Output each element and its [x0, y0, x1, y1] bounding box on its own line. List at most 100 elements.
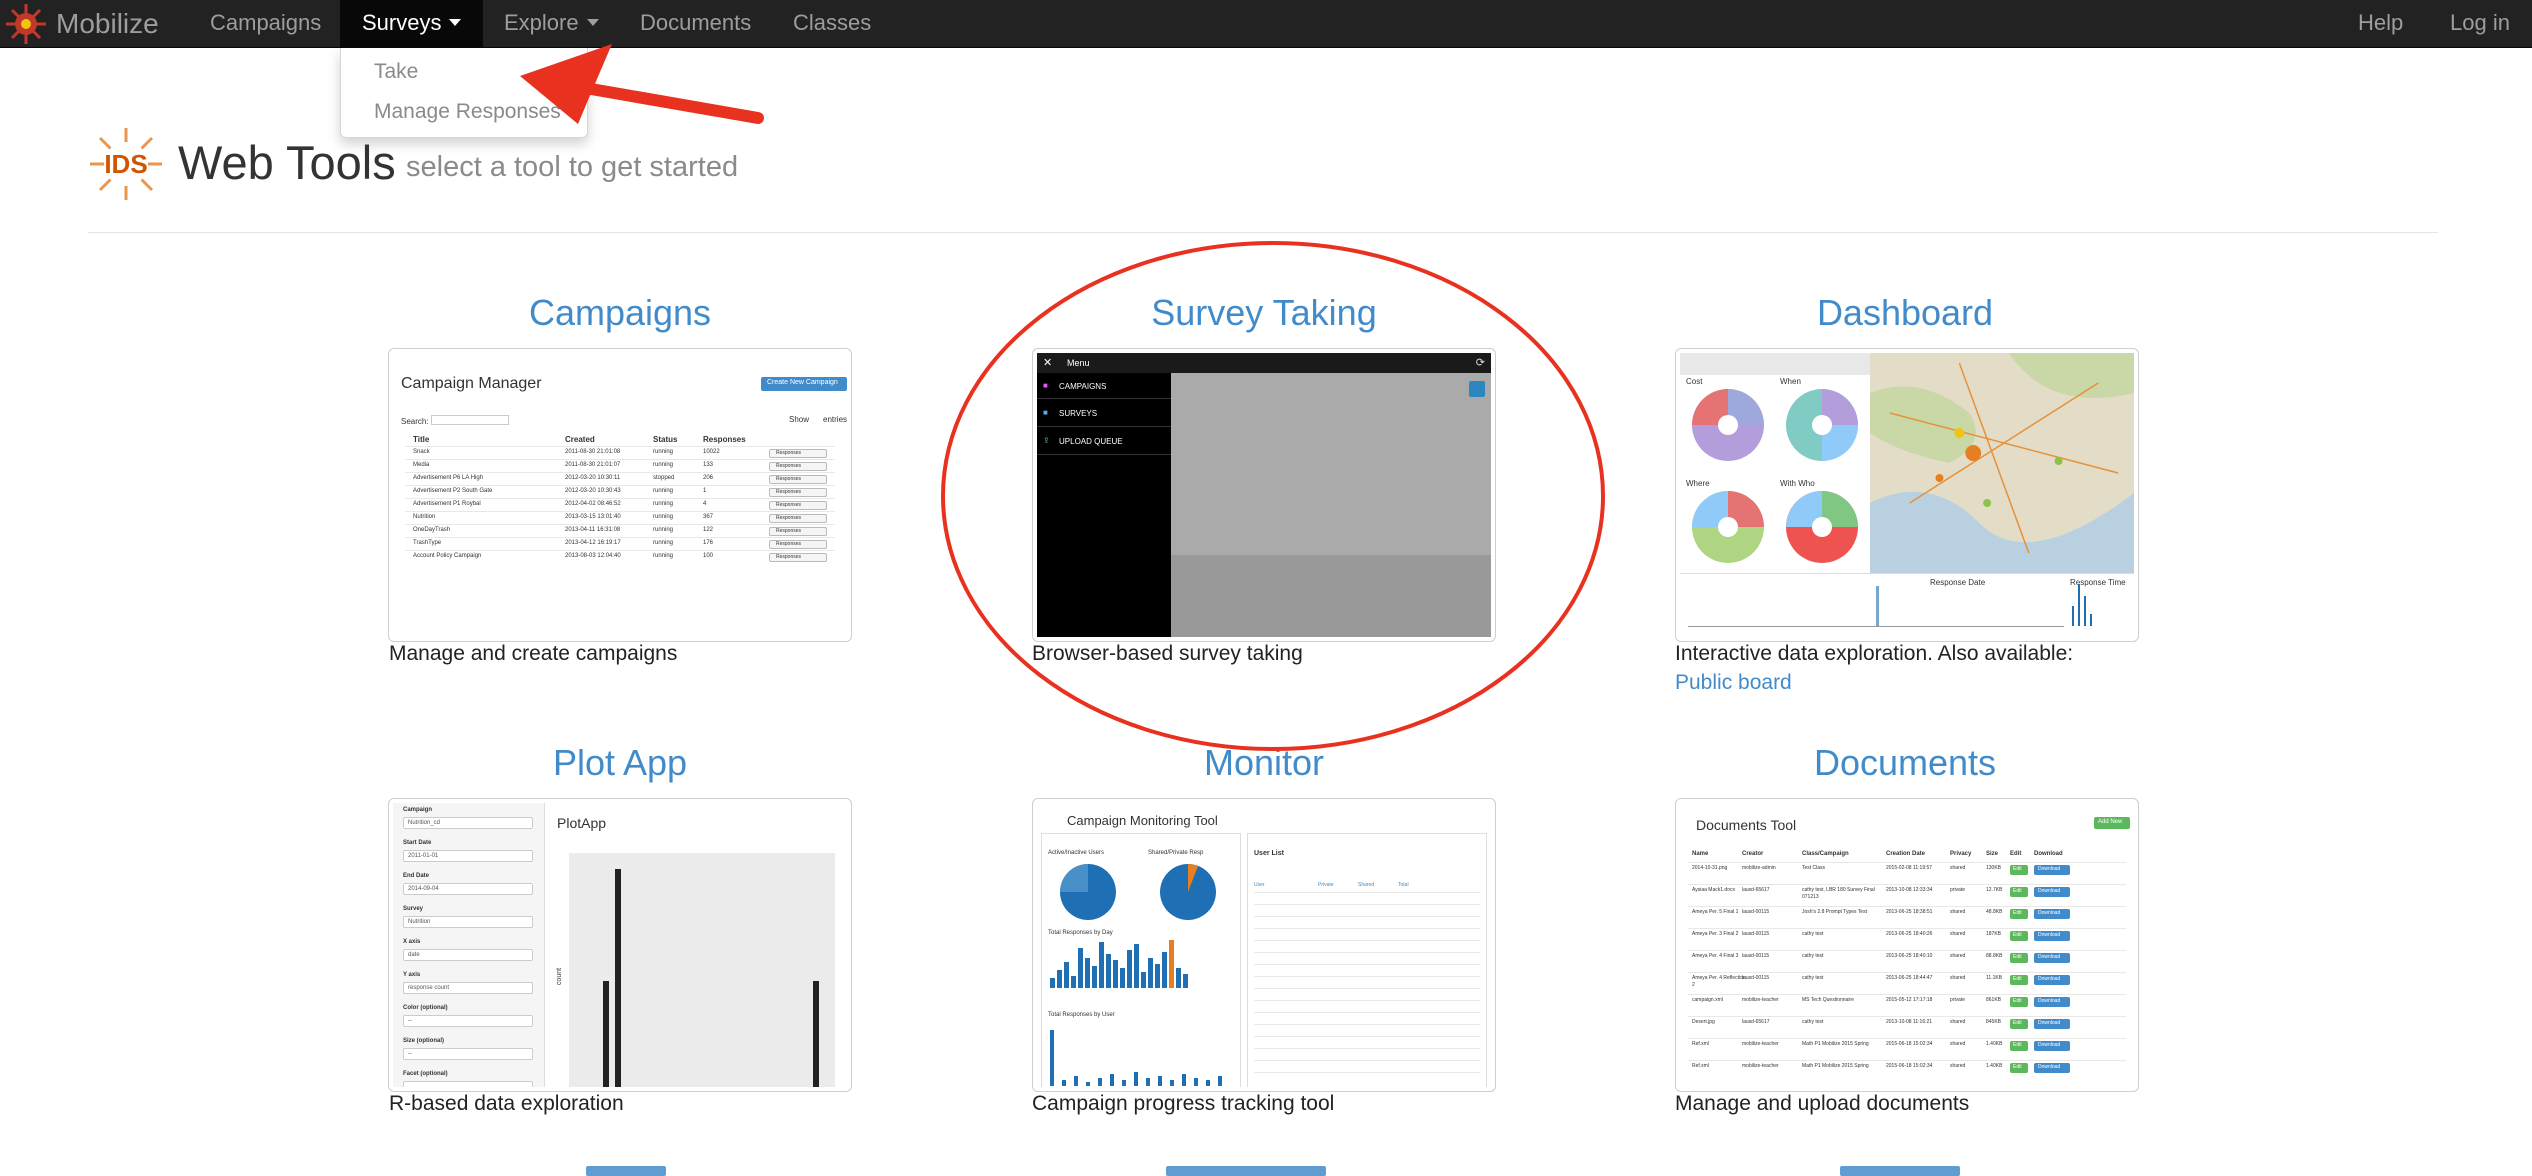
docs-cell: 2014-10-31.png — [1692, 865, 1728, 871]
docs-edit-button: Edit — [2010, 1041, 2028, 1051]
documents-thumbnail[interactable]: Documents Tool Add New Name Creator Class/… — [1675, 798, 2139, 1092]
monitor-active-users-label: Active/Inactive Users — [1048, 850, 1105, 856]
cm-row-divider — [405, 537, 835, 538]
tool-title-survey-taking[interactable]: Survey Taking — [1034, 292, 1494, 334]
monitor-user-bar — [1074, 1076, 1078, 1086]
plot-bar — [813, 981, 819, 1087]
campaign-manager-preview: Campaign Manager Create New Campaign Sea… — [393, 353, 847, 637]
plotapp-ylabel: count — [556, 967, 564, 986]
plotapp-field-label: Color (optional) — [403, 1005, 448, 1011]
docs-cell: lausd-65617 — [1742, 887, 1770, 893]
cm-col-status: Status — [653, 435, 678, 444]
campaigns-thumbnail[interactable]: Campaign Manager Create New Campaign Sea… — [388, 348, 852, 642]
nav-classes[interactable]: Classes — [771, 0, 893, 48]
cm-cell: running — [653, 527, 674, 533]
page: Mobilize Campaigns Surveys Explore Docum… — [0, 0, 2532, 1176]
upload-icon: ⇪ — [1043, 436, 1050, 445]
tool-title-monitor[interactable]: Monitor — [1034, 742, 1494, 784]
dashboard-thumbnail[interactable]: Cost When Where With Who Response Date R… — [1675, 348, 2139, 642]
docs-row-divider — [1688, 1060, 2126, 1061]
cm-cell: 2011-08-30 21:01:08 — [565, 449, 621, 455]
cm-row-divider — [405, 472, 835, 473]
monitor-day-bar — [1085, 958, 1090, 988]
nav-login[interactable]: Log in — [2428, 0, 2532, 48]
public-board-link[interactable]: Public board — [1675, 671, 1792, 695]
monitor-user-bar — [1218, 1076, 1222, 1086]
cutoff-title — [1166, 1160, 1326, 1176]
docs-cell: lausd-00115 — [1742, 931, 1770, 937]
docs-col-header: Size — [1986, 851, 1999, 857]
monitor-day-bar — [1148, 958, 1153, 988]
cm-cell: running — [653, 488, 674, 494]
tool-title-documents[interactable]: Documents — [1675, 742, 2135, 784]
docs-row-divider — [1688, 906, 2126, 907]
page-title: Web Tools — [178, 136, 396, 189]
nav-explore[interactable]: Explore — [482, 0, 621, 48]
docs-edit-label: Edit — [2013, 866, 2022, 872]
monitor-row-divider — [1254, 892, 1480, 893]
monitor-row-divider — [1254, 1060, 1480, 1061]
map-graphic — [1870, 353, 2134, 573]
docs-cell: 2013-10-08 11:16:21 — [1886, 1019, 1933, 1025]
tool-title-plot-app[interactable]: Plot App — [390, 742, 850, 784]
monitor-user-bar — [1146, 1078, 1150, 1086]
plotapp-field-input: 2011-01-01 — [403, 850, 533, 862]
brand-name: Mobilize — [56, 8, 159, 39]
cm-cell: running — [653, 501, 674, 507]
close-icon: ✕ — [1043, 357, 1053, 369]
monitor-row-divider — [1254, 1024, 1480, 1025]
monitor-col-total: Total — [1398, 882, 1409, 888]
survey-taking-thumbnail[interactable]: ✕ Menu ⟳ ■ CAMPAIGNS ■ SURVEYS ⇪ UPLOAD QUE… — [1032, 348, 1496, 642]
survey-menu-campaigns-label: CAMPAIGNS — [1059, 382, 1107, 391]
nav-campaigns[interactable]: Campaigns — [188, 0, 343, 48]
plot-app-thumbnail[interactable]: Campaign Nutrition_cd Start Date 2011-01-01… — [388, 798, 852, 1092]
docs-download-button: Download — [2034, 909, 2070, 919]
monitor-user-bar — [1062, 1080, 1066, 1086]
monitor-row-divider — [1254, 976, 1480, 977]
monitor-day-bar — [1176, 968, 1181, 988]
docs-edit-button: Edit — [2010, 1063, 2028, 1073]
nav-help[interactable]: Help — [2336, 0, 2425, 48]
cm-cell: 2013-04-11 16:31:08 — [565, 527, 621, 533]
nav-surveys-label: Surveys — [362, 10, 442, 35]
monitor-shared-label: Shared/Private Resp — [1148, 850, 1204, 856]
tool-title-dashboard[interactable]: Dashboard — [1675, 292, 2135, 334]
monitor-col-private: Private — [1318, 882, 1334, 888]
plot-bar — [603, 981, 609, 1087]
docs-col-header: Privacy — [1950, 851, 1972, 857]
tool-title-campaigns[interactable]: Campaigns — [390, 292, 850, 334]
brand[interactable]: Mobilize — [4, 0, 159, 48]
nav-surveys[interactable]: Surveys — [340, 0, 484, 48]
docs-cell: Ameya Per. 4 Final 3 — [1692, 953, 1739, 959]
monitor-day-bar — [1134, 944, 1139, 988]
monitor-day-bar — [1078, 948, 1083, 988]
monitor-user-bar — [1194, 1078, 1198, 1086]
monitor-thumbnail[interactable]: Campaign Monitoring Tool Active/Inactive… — [1032, 798, 1496, 1092]
plotapp-sidebar: Campaign Nutrition_cd Start Date 2011-01-01… — [393, 803, 545, 1087]
cm-search-input — [431, 415, 509, 425]
docs-cell: 2013-06-25 18:40:10 — [1886, 953, 1933, 959]
docs-edit-label: Edit — [2013, 888, 2022, 894]
dropdown-item-manage-responses[interactable]: Manage Responses — [374, 100, 561, 124]
cm-row-divider — [405, 446, 835, 447]
monitor-by-user-label: Total Responses by User — [1048, 1012, 1115, 1018]
monitor-row-divider — [1254, 1072, 1480, 1073]
docs-cell: Math P1 Mobilize 2015 Spring — [1802, 1063, 1869, 1069]
chart-label-when: When — [1780, 377, 1801, 386]
plotapp-field-value: Nutrition_cd — [408, 820, 441, 826]
docs-cell: mobilize-teacher — [1742, 1063, 1779, 1069]
monitor-day-bar — [1113, 960, 1118, 988]
dashboard-histograms: Response Date Response Time — [1680, 573, 2134, 637]
docs-download-button: Download — [2034, 953, 2070, 963]
plot-bar — [615, 869, 621, 1087]
docs-edit-label: Edit — [2013, 976, 2022, 982]
cm-cell: 122 — [703, 527, 714, 533]
cm-cell: OneDayTrash — [413, 527, 451, 533]
nav-documents[interactable]: Documents — [618, 0, 773, 48]
docs-download-label: Download — [2038, 1020, 2061, 1026]
chart-label-cost: Cost — [1686, 377, 1703, 386]
dropdown-item-take[interactable]: Take — [374, 60, 418, 84]
docs-cell: Ref.xml — [1692, 1041, 1709, 1047]
docs-edit-button: Edit — [2010, 887, 2028, 897]
dashboard-preview: Cost When Where With Who Response Date R… — [1680, 353, 2134, 637]
